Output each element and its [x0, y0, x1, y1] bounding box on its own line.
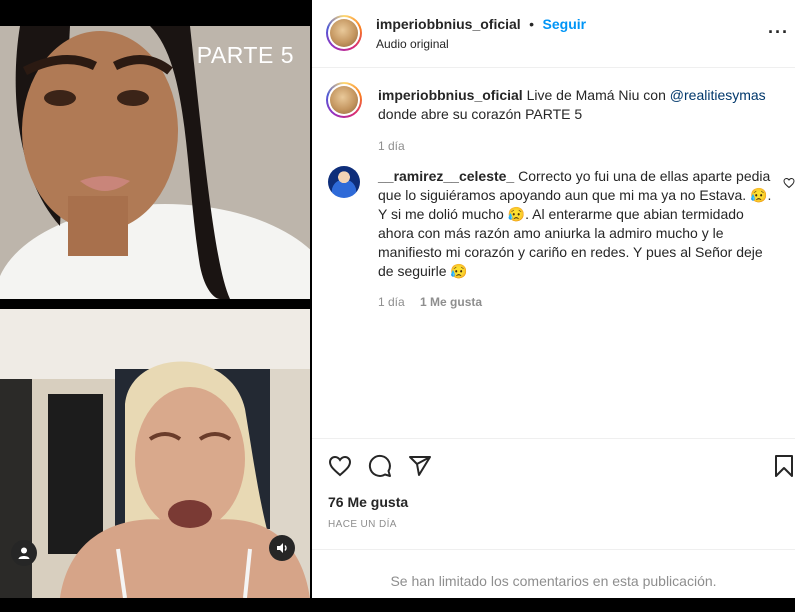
post-date[interactable]: HACE UN DÍA [328, 519, 397, 530]
video-bottom-panel[interactable] [0, 309, 310, 598]
speaker-icon[interactable] [269, 535, 295, 561]
comments-area[interactable]: imperiobbnius_oficial Live de Mamá Niu c… [312, 68, 795, 438]
more-options-icon[interactable]: ··· [768, 22, 789, 43]
post-media[interactable]: PARTE 5 [0, 0, 312, 598]
sad-emoji-1: 😥 [750, 187, 768, 203]
share-icon[interactable] [408, 454, 432, 483]
comment-avatar[interactable] [328, 166, 360, 198]
heart-icon[interactable] [328, 454, 352, 483]
comment-heart-icon[interactable] [783, 176, 795, 194]
likes-count[interactable]: 76 Me gusta [328, 494, 408, 510]
separator: • [529, 16, 535, 32]
comment-text: __ramirez__celeste_ Correcto yo fui una … [378, 167, 778, 312]
caption-avatar[interactable] [326, 82, 362, 118]
comment-username[interactable]: __ramirez__celeste_ [378, 168, 514, 184]
person-icon[interactable] [11, 540, 37, 566]
follow-button[interactable]: Seguir [543, 16, 587, 32]
audio-label[interactable]: Audio original [376, 37, 449, 51]
comment-time[interactable]: 1 día [378, 295, 405, 309]
bookmark-icon[interactable] [773, 454, 795, 483]
caption-body-1: Live de Mamá Niu con [522, 87, 670, 103]
caption-time[interactable]: 1 día [378, 137, 778, 156]
comment-likes[interactable]: 1 Me gusta [420, 295, 482, 309]
post-actions: 76 Me gusta HACE UN DÍA Se han limitado … [312, 438, 795, 599]
post-sidebar: imperiobbnius_oficial • Seguir Audio ori… [312, 0, 795, 598]
video-top-panel[interactable]: PARTE 5 [0, 26, 310, 299]
post-header: imperiobbnius_oficial • Seguir Audio ori… [312, 0, 795, 68]
header-username[interactable]: imperiobbnius_oficial [376, 16, 521, 32]
caption-text: imperiobbnius_oficial Live de Mamá Niu c… [378, 86, 778, 156]
comments-limited-notice: Se han limitado los comentarios en esta … [312, 549, 795, 600]
sad-emoji-2: 😥 [507, 206, 526, 222]
person-photo-bottom [0, 309, 310, 598]
avatar[interactable] [326, 15, 362, 51]
sad-emoji-3: 😥 [450, 263, 468, 279]
caption-mention[interactable]: @realitiesymas [670, 87, 766, 103]
caption-username[interactable]: imperiobbnius_oficial [378, 87, 523, 103]
comment-icon[interactable] [368, 454, 392, 483]
caption-body-2: donde abre su corazón PARTE 5 [378, 106, 583, 122]
part-label: PARTE 5 [196, 42, 294, 68]
